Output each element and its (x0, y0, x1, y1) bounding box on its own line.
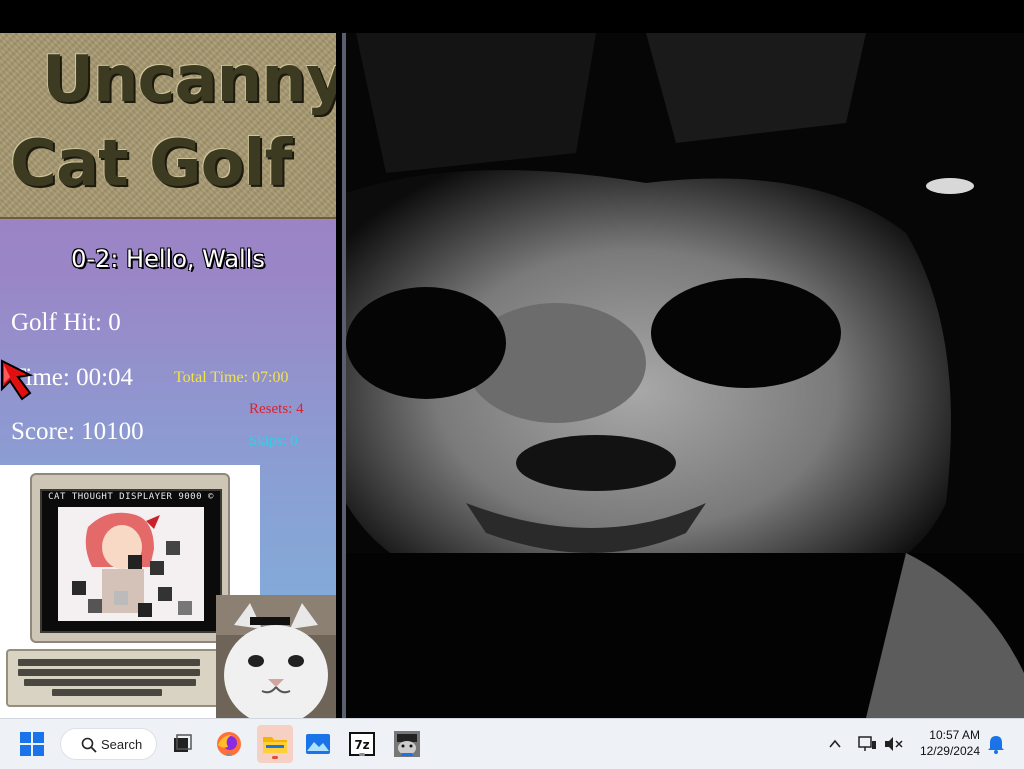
taskbar-clock[interactable]: 10:57 AM 12/29/2024 (920, 727, 980, 759)
skips-counter: Skips: 0 (249, 433, 298, 449)
game-logo: Uncanny Cat Golf (0, 33, 336, 219)
score-counter: Score: 10100 (11, 418, 144, 445)
golf-hit-counter: Golf Hit: 0 (11, 309, 121, 336)
uncanny-cat-face-icon (346, 33, 1024, 718)
clock-date: 12/29/2024 (919, 744, 980, 758)
taskbar-search-button[interactable]: Search (60, 728, 157, 760)
notification-bell-icon[interactable] (984, 728, 1008, 760)
task-view-icon[interactable] (166, 728, 198, 760)
windows-start-icon[interactable] (16, 728, 48, 760)
level-title: 0-2: Hello, Walls (71, 245, 265, 273)
cat-closeup-viewport (342, 33, 1024, 718)
file-explorer-icon[interactable] (257, 725, 293, 763)
screen-label: CAT THOUGHT DISPLAYER 9000 © (48, 492, 214, 502)
7zip-icon[interactable]: 7z (346, 728, 378, 760)
resets-counter: Resets: 4 (249, 401, 304, 417)
search-icon (81, 737, 97, 753)
red-arrow-cursor-icon (1, 359, 34, 401)
computer-keyboard (6, 649, 222, 707)
svg-text:7z: 7z (354, 738, 369, 752)
photos-icon[interactable] (302, 728, 334, 760)
total-time: Total Time: 07:00 (174, 369, 289, 386)
volume-muted-icon[interactable] (880, 728, 906, 760)
logo-line-2: Cat Golf (10, 127, 292, 201)
clock-time: 10:57 AM (929, 728, 980, 742)
chevron-up-icon[interactable] (822, 728, 848, 760)
search-label: Search (101, 737, 143, 752)
logo-line-1: Uncanny (42, 43, 336, 117)
windows-taskbar: Search 7z 10:57 AM 12/29/2024 (0, 718, 1024, 769)
game-hud-panel: Uncanny Cat Golf 0-2: Hello, Walls Golf … (0, 33, 336, 718)
anime-girl-image-icon (58, 507, 204, 621)
network-display-icon[interactable] (854, 728, 880, 760)
firefox-icon[interactable] (213, 728, 245, 760)
cat-app-icon[interactable] (391, 728, 423, 760)
white-cat-webcam-icon (216, 595, 336, 718)
computer-screen: CAT THOUGHT DISPLAYER 9000 © (40, 489, 222, 633)
computer-monitor: CAT THOUGHT DISPLAYER 9000 © (30, 473, 230, 643)
top-black-bar (0, 0, 1024, 33)
